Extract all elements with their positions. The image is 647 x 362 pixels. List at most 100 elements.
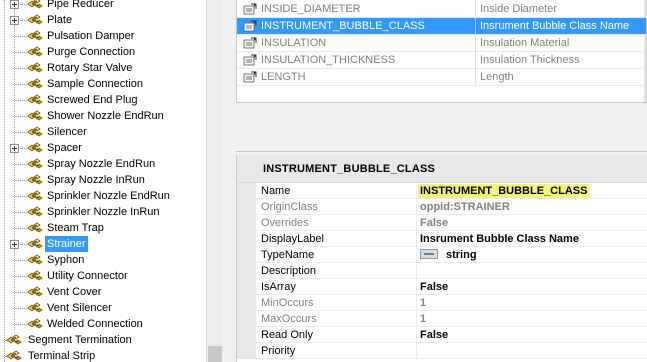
attribute-name: INSIDE_DIAMETER: [261, 3, 361, 15]
tree-scrollbar[interactable]: [206, 0, 222, 362]
expand-icon[interactable]: [10, 144, 19, 153]
tree-guide-line: [15, 228, 27, 229]
property-row[interactable]: Description: [237, 263, 647, 279]
property-value[interactable]: False: [420, 327, 448, 343]
component-icon: [27, 158, 43, 170]
tree-guide-line: [15, 52, 27, 53]
attribute-row[interactable]: INSULATION Insulation Material: [237, 35, 646, 52]
property-value[interactable]: Insrument Bubble Class Name: [420, 231, 579, 247]
tree-item[interactable]: Plate: [0, 12, 206, 28]
tree-item[interactable]: Utility Connector: [0, 268, 206, 284]
property-name: MinOccurs: [261, 297, 314, 309]
tree-item[interactable]: Strainer: [0, 236, 206, 252]
property-value[interactable]: string: [420, 247, 477, 263]
row-gutter: [237, 295, 256, 311]
tree-guide-line: [15, 324, 27, 325]
tree-item[interactable]: Pipe Reducer: [0, 0, 206, 12]
attribute-list[interactable]: INSIDE_DIAMETER Inside Diameter INSTRUMENT…: [236, 0, 647, 103]
property-value[interactable]: 1: [420, 295, 426, 311]
tree-scrollbar-thumb[interactable]: [208, 346, 222, 362]
column-divider: [416, 295, 417, 311]
row-gutter: [237, 215, 256, 231]
class-tree[interactable]: Pipe Reducer Plate Pulsation Damper Purge C…: [0, 0, 206, 362]
property-row[interactable]: DisplayLabel Insrument Bubble Class Name: [237, 231, 647, 247]
tree-item[interactable]: Terminal Strip: [0, 348, 206, 362]
property-grid-title: INSTRUMENT_BUBBLE_CLASS: [263, 163, 436, 175]
property-row[interactable]: MaxOccurs 1: [237, 311, 647, 327]
attribute-description: Inside Diameter: [480, 3, 558, 15]
tree-item-label: Shower Nozzle EndRun: [47, 110, 164, 122]
horizontal-splitter[interactable]: [236, 103, 647, 153]
tree-item[interactable]: Purge Connection: [0, 44, 206, 60]
attribute-name: INSULATION_THICKNESS: [261, 54, 396, 66]
tree-item[interactable]: Segment Termination: [0, 332, 206, 348]
attribute-row[interactable]: INSIDE_DIAMETER Inside Diameter: [237, 1, 646, 18]
component-icon: [27, 62, 43, 74]
component-icon: [27, 190, 43, 202]
vertical-splitter[interactable]: [222, 0, 234, 362]
property-row[interactable]: Priority: [237, 343, 647, 359]
property-row[interactable]: OriginClass oppid:STRAINER: [237, 199, 647, 215]
tree-item[interactable]: Sample Connection: [0, 76, 206, 92]
tree-item-label: Purge Connection: [47, 46, 136, 58]
property-row[interactable]: Name INSTRUMENT_BUBBLE_CLASS: [237, 183, 647, 199]
column-divider: [416, 247, 417, 263]
property-value[interactable]: 1: [420, 311, 426, 327]
attribute-row[interactable]: INSTRUMENT_BUBBLE_CLASS Insrument Bubble …: [237, 18, 646, 35]
tree-item[interactable]: Spray Nozzle EndRun: [0, 156, 206, 172]
tree-item[interactable]: Spray Nozzle InRun: [0, 172, 206, 188]
tree-item-label: Sample Connection: [47, 78, 144, 90]
property-row[interactable]: MinOccurs 1: [237, 295, 647, 311]
property-name: Overrides: [261, 217, 309, 229]
row-divider: [256, 358, 647, 359]
row-gutter: [237, 279, 256, 295]
property-value[interactable]: oppid:STRAINER: [420, 199, 510, 215]
tree-item[interactable]: Shower Nozzle EndRun: [0, 108, 206, 124]
tree-item[interactable]: Pulsation Damper: [0, 28, 206, 44]
tree-item-label: Utility Connector: [47, 270, 128, 282]
tree-guide-line: [15, 276, 27, 277]
component-icon: [27, 94, 43, 106]
property-row[interactable]: Overrides False: [237, 215, 647, 231]
tree-item[interactable]: Steam Trap: [0, 220, 206, 236]
tree-item-label: Vent Cover: [47, 286, 102, 298]
expand-icon[interactable]: [10, 240, 19, 249]
attribute-row[interactable]: LENGTH Length: [237, 69, 646, 86]
tree-item[interactable]: Rotary Star Valve: [0, 60, 206, 76]
splitter-grip[interactable]: [236, 151, 647, 153]
tree-item[interactable]: Vent Silencer: [0, 300, 206, 316]
property-row[interactable]: TypeName string: [237, 247, 647, 263]
tree-item[interactable]: Vent Cover: [0, 284, 206, 300]
component-icon: [27, 206, 43, 218]
component-icon: [27, 174, 43, 186]
component-icon: [27, 222, 43, 234]
tree-item[interactable]: Sprinkler Nozzle InRun: [0, 204, 206, 220]
tree-guide-line: [15, 36, 27, 37]
tree-item-label: Vent Silencer: [47, 302, 112, 314]
tree-item[interactable]: Spacer: [0, 140, 206, 156]
row-gutter: [237, 311, 256, 327]
row-gutter: [237, 247, 256, 263]
property-row[interactable]: Read Only False: [237, 327, 647, 343]
property-name: OriginClass: [261, 201, 318, 213]
tree-item-label: Steam Trap: [47, 222, 104, 234]
tree-item[interactable]: Welded Connection: [0, 316, 206, 332]
tree-guide-line: [15, 212, 27, 213]
property-value[interactable]: False: [420, 279, 448, 295]
property-value[interactable]: False: [420, 215, 448, 231]
tree-item[interactable]: Sprinkler Nozzle EndRun: [0, 188, 206, 204]
tree-guide-line: [15, 132, 27, 133]
expand-icon[interactable]: [10, 0, 19, 9]
property-value[interactable]: INSTRUMENT_BUBBLE_CLASS: [418, 184, 590, 198]
tree-item[interactable]: Screwed End Plug: [0, 92, 206, 108]
component-icon: [27, 0, 43, 10]
column-divider: [475, 69, 476, 86]
property-row[interactable]: IsArray False: [237, 279, 647, 295]
row-gutter: [237, 183, 256, 199]
attribute-description: Length: [480, 71, 514, 83]
attribute-row[interactable]: INSULATION_THICKNESS Insulation Thickness: [237, 52, 646, 69]
tree-item[interactable]: Syphon: [0, 252, 206, 268]
property-name: Read Only: [261, 329, 313, 341]
expand-icon[interactable]: [10, 16, 19, 25]
tree-item[interactable]: Silencer: [0, 124, 206, 140]
